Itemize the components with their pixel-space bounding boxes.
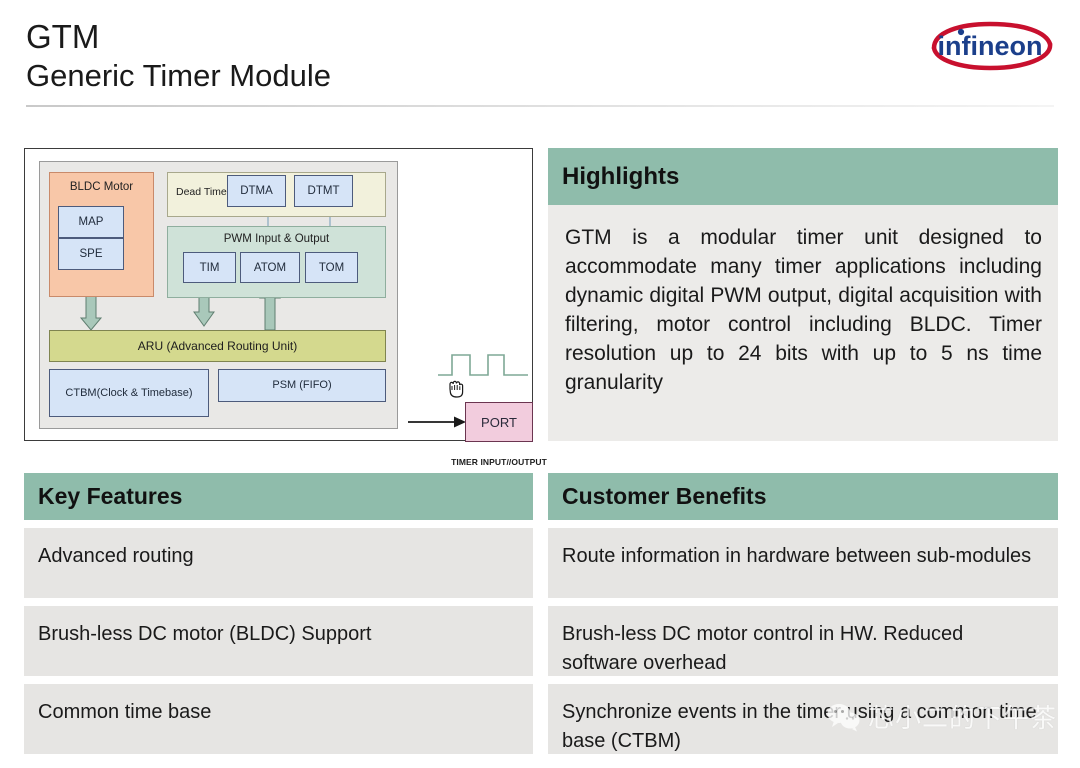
highlights-card: Highlights GTM is a modular timer unit d… bbox=[548, 148, 1058, 441]
dead-time-label: Dead Time bbox=[176, 186, 227, 198]
tom-label: TOM bbox=[318, 261, 345, 274]
ctbm-label: CTBM(Clock & Timebase) bbox=[65, 386, 193, 399]
timer-input-output-label: TIMER INPUT//OUTPUT bbox=[451, 457, 547, 467]
gtm-diagram-inner-frame: BLDC Motor MAP SPE Dead Time DTMA DTMT P… bbox=[39, 161, 398, 429]
infineon-logo-icon: infineon bbox=[931, 21, 1053, 71]
customer-benefits-heading: Customer Benefits bbox=[548, 473, 1058, 520]
aru-block[interactable]: ARU (Advanced Routing Unit) bbox=[49, 330, 386, 362]
infineon-wordmark: infineon bbox=[938, 31, 1043, 61]
map-label: MAP bbox=[78, 216, 104, 228]
psm-block[interactable]: PSM (FIFO) bbox=[218, 369, 386, 402]
header-divider bbox=[26, 105, 1054, 107]
dtmt-block[interactable]: DTMT bbox=[294, 175, 353, 207]
grab-hand-cursor-icon bbox=[449, 380, 464, 398]
port-label: PORT bbox=[481, 414, 517, 430]
bldc-motor-label: BLDC Motor bbox=[69, 181, 134, 193]
highlights-body: GTM is a modular timer unit designed to … bbox=[548, 205, 1058, 441]
list-item[interactable]: Brush-less DC motor control in HW. Reduc… bbox=[548, 606, 1058, 676]
port-connection-arrow bbox=[408, 416, 466, 428]
spe-label: SPE bbox=[79, 248, 103, 260]
spe-block[interactable]: SPE bbox=[58, 238, 124, 270]
infineon-logo: infineon bbox=[920, 18, 1058, 80]
map-block[interactable]: MAP bbox=[58, 206, 124, 238]
customer-benefits-card: Customer Benefits Route information in h… bbox=[548, 473, 1058, 754]
dtmt-label: DTMT bbox=[307, 185, 340, 197]
gtm-block-diagram: BLDC Motor MAP SPE Dead Time DTMA DTMT P… bbox=[24, 148, 547, 467]
pwm-io-label: PWM Input & Output bbox=[223, 233, 330, 245]
aru-label: ARU (Advanced Routing Unit) bbox=[137, 339, 298, 353]
dtma-label: DTMA bbox=[240, 185, 273, 197]
title-line-primary: GTM bbox=[26, 18, 100, 55]
highlights-heading: Highlights bbox=[548, 148, 1058, 205]
page-title: GTM Generic Timer Module bbox=[26, 18, 331, 96]
list-item[interactable]: Brush-less DC motor (BLDC) Support bbox=[24, 606, 533, 676]
key-features-heading: Key Features bbox=[24, 473, 533, 520]
page-header: GTM Generic Timer Module infineon bbox=[0, 0, 1080, 118]
port-block[interactable]: PORT bbox=[465, 402, 533, 442]
tim-label: TIM bbox=[199, 261, 220, 274]
psm-label: PSM (FIFO) bbox=[272, 379, 332, 391]
atom-label: ATOM bbox=[253, 261, 287, 274]
list-item[interactable]: Route information in hardware between su… bbox=[548, 528, 1058, 598]
list-item[interactable]: Common time base bbox=[24, 684, 533, 754]
tom-block[interactable]: TOM bbox=[305, 252, 358, 283]
list-item[interactable]: Advanced routing bbox=[24, 528, 533, 598]
key-features-card: Key Features Advanced routing Brush-less… bbox=[24, 473, 533, 754]
list-item[interactable]: Synchronize events in the timer using a … bbox=[548, 684, 1058, 754]
atom-block[interactable]: ATOM bbox=[240, 252, 300, 283]
tim-block[interactable]: TIM bbox=[183, 252, 236, 283]
ctbm-block[interactable]: CTBM(Clock & Timebase) bbox=[49, 369, 209, 417]
title-line-secondary: Generic Timer Module bbox=[26, 58, 331, 93]
dtma-block[interactable]: DTMA bbox=[227, 175, 286, 207]
